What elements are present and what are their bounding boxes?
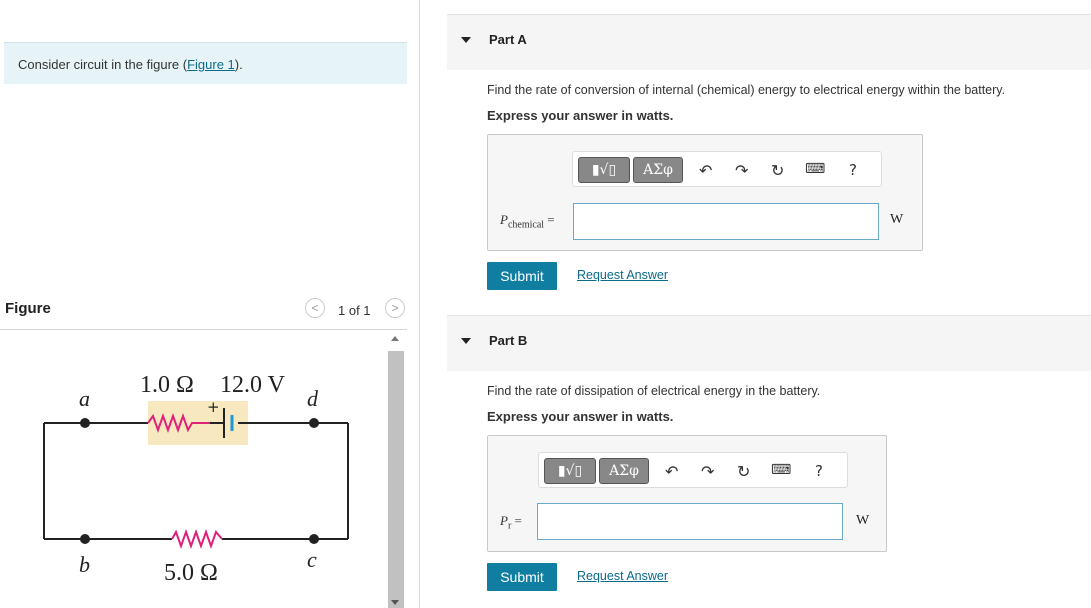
undo-icon[interactable]: ↶ (699, 161, 712, 180)
part-a-unit: W (890, 212, 904, 227)
intro-text: Consider circuit in the figure ( (18, 57, 188, 72)
reset-icon[interactable]: ↻ (737, 462, 750, 481)
node-c-label: c (307, 547, 317, 572)
part-b-variable-label: Pr = (500, 513, 522, 532)
redo-icon[interactable]: ↷ (701, 462, 714, 481)
node-d-label: d (307, 386, 319, 411)
part-b-title: Part B (489, 333, 528, 348)
scroll-thumb[interactable] (388, 351, 404, 608)
caret-down-icon (461, 338, 471, 344)
battery-plus: + (207, 398, 220, 416)
emf-label: 12.0 V (220, 372, 286, 398)
part-a-submit-button[interactable]: Submit (487, 262, 557, 290)
scroll-down-arrow-icon[interactable] (391, 600, 399, 605)
caret-down-icon (461, 37, 471, 43)
figure-header: Figure < 1 of 1 > (0, 296, 407, 330)
part-a-header[interactable]: Part A (447, 14, 1091, 70)
figure-title: Figure (5, 300, 51, 317)
part-a-instruction: Express your answer in watts. (487, 108, 674, 123)
part-b-unit: W (856, 513, 870, 528)
chevron-left-icon: < (311, 301, 319, 315)
external-resistance-label: 5.0 Ω (164, 560, 218, 586)
part-a-variable-label: Pchemical = (500, 212, 555, 231)
part-a-answer-input[interactable] (573, 203, 879, 240)
part-a-answer-box: ▮√▯ ΑΣφ ↶ ↷ ↻ ⌨ ? Pchemical = W (487, 134, 923, 251)
node-c-dot (309, 534, 319, 544)
part-a-request-answer-link[interactable]: Request Answer (577, 268, 668, 282)
node-b-label: b (79, 552, 90, 577)
external-resistor (171, 529, 223, 549)
part-b-submit-button[interactable]: Submit (487, 563, 557, 591)
keyboard-icon[interactable]: ⌨ (771, 462, 791, 478)
circuit-diagram: + 1.0 Ω 12.0 V 5.0 Ω a d b c (43, 372, 349, 586)
undo-icon[interactable]: ↶ (665, 462, 678, 481)
part-b-request-answer-link[interactable]: Request Answer (577, 569, 668, 583)
next-figure-button[interactable]: > (385, 298, 405, 318)
help-icon[interactable]: ? (849, 161, 857, 179)
var-main: P (500, 212, 508, 227)
part-b-answer-input[interactable] (537, 503, 843, 540)
part-b-answer-box: ▮√▯ ΑΣφ ↶ ↷ ↻ ⌨ ? Pr = W (487, 435, 887, 552)
greek-symbols-button[interactable]: ΑΣφ (633, 157, 683, 183)
prev-figure-button[interactable]: < (305, 298, 325, 318)
var-sub: chemical (507, 219, 545, 231)
intro-banner: Consider circuit in the figure (Figure 1… (4, 42, 407, 84)
node-a-label: a (79, 386, 90, 411)
part-a-math-toolbar: ▮√▯ ΑΣφ ↶ ↷ ↻ ⌨ ? (572, 151, 882, 187)
part-b-math-toolbar: ▮√▯ ΑΣφ ↶ ↷ ↻ ⌨ ? (538, 452, 848, 488)
part-a-title: Part A (489, 32, 527, 47)
reset-icon[interactable]: ↻ (771, 161, 784, 180)
equals-sign: = (514, 513, 522, 528)
figure-link[interactable]: Figure 1 (187, 57, 235, 72)
scroll-up-arrow-icon[interactable] (391, 336, 399, 341)
intro-suffix: ). (234, 57, 243, 72)
node-b-dot (80, 534, 90, 544)
equals-sign: = (547, 212, 555, 227)
internal-resistance-label: 1.0 Ω (140, 372, 194, 398)
keyboard-icon[interactable]: ⌨ (805, 161, 825, 177)
figure-scrollbar[interactable] (387, 334, 405, 608)
greek-symbols-button[interactable]: ΑΣφ (599, 458, 649, 484)
help-icon[interactable]: ? (815, 462, 823, 480)
redo-icon[interactable]: ↷ (735, 161, 748, 180)
part-b-instruction: Express your answer in watts. (487, 409, 674, 424)
templates-button[interactable]: ▮√▯ (578, 157, 630, 183)
part-b-header[interactable]: Part B (447, 315, 1091, 371)
part-a-question: Find the rate of conversion of internal … (487, 83, 1006, 97)
node-d-dot (309, 418, 319, 428)
node-a-dot (80, 418, 90, 428)
var-main: P (500, 513, 508, 528)
templates-button[interactable]: ▮√▯ (544, 458, 596, 484)
left-pane: Consider circuit in the figure (Figure 1… (0, 0, 420, 608)
var-sub: r (507, 520, 512, 532)
chevron-right-icon: > (391, 301, 399, 315)
figure-pager: 1 of 1 (338, 303, 371, 318)
part-b-question: Find the rate of dissipation of electric… (487, 384, 821, 398)
